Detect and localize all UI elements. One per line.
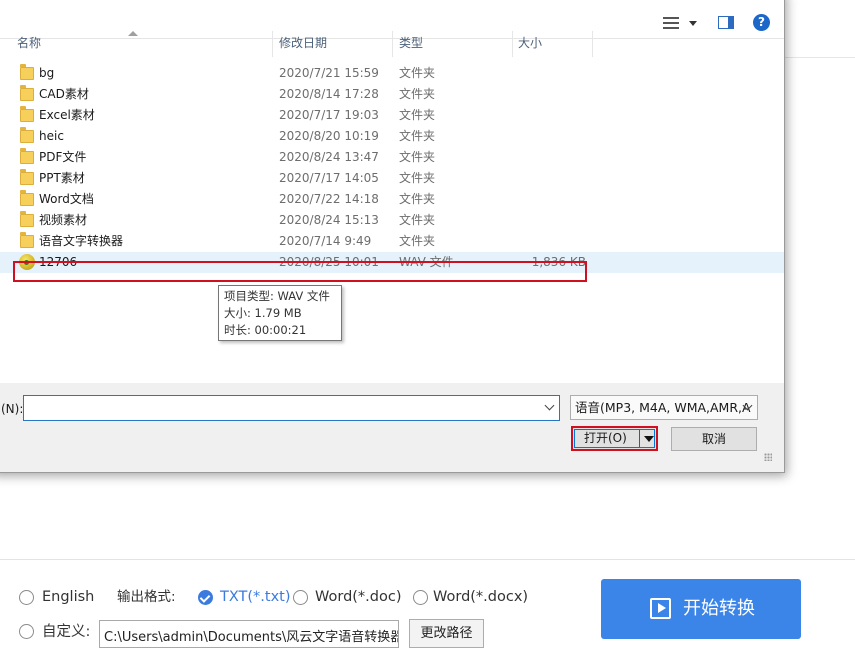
file-name: PDF文件: [39, 150, 87, 164]
file-name: 视频素材: [39, 213, 88, 227]
file-tooltip: 项目类型: WAV 文件 大小: 1.79 MB 时长: 00:00:21: [218, 285, 342, 341]
folder-icon: [20, 148, 34, 164]
file-date: 2020/8/14 17:28: [279, 87, 379, 101]
file-type: 文件夹: [399, 87, 436, 101]
start-convert-label: 开始转换: [683, 598, 755, 619]
folder-icon: [20, 190, 34, 206]
tooltip-size: 大小: 1.79 MB: [224, 306, 302, 320]
folder-icon: [20, 169, 34, 185]
file-type: 文件夹: [399, 66, 436, 80]
file-type: 文件夹: [399, 150, 436, 164]
file-date: 2020/7/17 14:05: [279, 171, 379, 185]
view-dropdown-arrow-icon[interactable]: [689, 21, 697, 26]
folder-icon: [20, 106, 34, 122]
file-name: Excel素材: [39, 108, 95, 122]
resize-grip-icon[interactable]: [764, 453, 772, 461]
file-date: 2020/7/21 15:59: [279, 66, 379, 80]
column-header-name[interactable]: 名称: [17, 34, 41, 53]
file-name: Word文档: [39, 192, 94, 206]
tooltip-duration: 时长: 00:00:21: [224, 323, 307, 337]
open-file-dialog: ? 名称 修改日期 类型 大小 bg 2020/7/21 15:59 文件夹 C…: [0, 0, 785, 473]
file-date: 2020/8/24 15:13: [279, 213, 379, 227]
list-item-selected[interactable]: 12706 2020/8/25 10:01 WAV 文件 1,836 KB: [0, 252, 784, 273]
file-list: 名称 修改日期 类型 大小 bg 2020/7/21 15:59 文件夹 CAD…: [0, 31, 784, 383]
divider: [785, 57, 855, 58]
sort-ascending-icon: [128, 31, 138, 36]
list-item[interactable]: bg 2020/7/21 15:59 文件夹: [0, 63, 784, 84]
start-convert-button[interactable]: 开始转换: [601, 579, 801, 639]
file-date: 2020/8/20 10:19: [279, 129, 379, 143]
file-type: 文件夹: [399, 171, 436, 185]
file-date: 2020/7/14 9:49: [279, 234, 372, 248]
txt-format-label: TXT(*.txt): [220, 589, 291, 605]
column-separator[interactable]: [392, 31, 393, 57]
divider: [0, 559, 855, 560]
txt-format-radio[interactable]: [198, 590, 213, 605]
file-date: 2020/8/25 10:01: [279, 255, 379, 269]
file-size: 1,836 KB: [531, 255, 586, 269]
output-format-label: 输出格式:: [117, 589, 176, 605]
filename-label: 名(N):: [0, 402, 24, 416]
list-item[interactable]: PPT素材 2020/7/17 14:05 文件夹: [0, 168, 784, 189]
doc-format-label: Word(*.doc): [315, 589, 402, 605]
file-type: 文件夹: [399, 129, 436, 143]
output-path-input[interactable]: C:\Users\admin\Documents\风云文字语音转换器: [99, 620, 399, 648]
file-name: CAD素材: [39, 87, 89, 101]
column-header-size[interactable]: 大小: [518, 34, 542, 53]
custom-path-label: 自定义:: [42, 624, 91, 640]
list-item[interactable]: Word文档 2020/7/22 14:18 文件夹: [0, 189, 784, 210]
preview-pane-icon[interactable]: [718, 16, 734, 29]
column-header-date[interactable]: 修改日期: [279, 34, 327, 53]
filename-input[interactable]: [23, 395, 560, 421]
file-type: 文件夹: [399, 192, 436, 206]
list-item[interactable]: 视频素材 2020/8/24 15:13 文件夹: [0, 210, 784, 231]
file-name: 12706: [39, 255, 78, 269]
file-type: 文件夹: [399, 234, 436, 248]
file-type: 文件夹: [399, 108, 436, 122]
folder-icon: [20, 211, 34, 227]
column-separator[interactable]: [512, 31, 513, 57]
folder-icon: [20, 85, 34, 101]
file-name: PPT素材: [39, 171, 85, 185]
dropdown-arrow-icon[interactable]: [644, 436, 654, 442]
file-name: heic: [39, 129, 64, 143]
list-item[interactable]: Excel素材 2020/7/17 19:03 文件夹: [0, 105, 784, 126]
custom-path-radio[interactable]: [19, 624, 34, 639]
file-type-filter-select[interactable]: 语音(MP3, M4A, WMA,AMR,A: [570, 395, 758, 420]
split-divider: [639, 430, 640, 447]
file-date: 2020/7/17 19:03: [279, 108, 379, 122]
docx-format-label: Word(*.docx): [433, 589, 529, 605]
tooltip-type: 项目类型: WAV 文件: [224, 289, 330, 303]
list-item[interactable]: 语音文字转换器 2020/7/14 9:49 文件夹: [0, 231, 784, 252]
folder-icon: [20, 127, 34, 143]
cancel-button[interactable]: 取消: [671, 427, 757, 451]
file-date: 2020/7/22 14:18: [279, 192, 379, 206]
file-name: 语音文字转换器: [39, 234, 124, 248]
open-button[interactable]: 打开(O): [571, 426, 658, 451]
column-header-type[interactable]: 类型: [399, 34, 423, 53]
list-item[interactable]: heic 2020/8/20 10:19 文件夹: [0, 126, 784, 147]
file-name: bg: [39, 66, 55, 80]
doc-format-radio[interactable]: [293, 590, 308, 605]
column-separator[interactable]: [592, 31, 593, 57]
file-type: 文件夹: [399, 213, 436, 227]
file-type: WAV 文件: [399, 255, 454, 269]
english-radio[interactable]: [19, 590, 34, 605]
docx-format-radio[interactable]: [413, 590, 428, 605]
help-icon[interactable]: ?: [753, 14, 770, 31]
english-label: English: [42, 589, 95, 605]
view-menu-icon[interactable]: [663, 17, 679, 29]
folder-icon: [20, 64, 34, 80]
open-button-label: 打开(O): [584, 431, 627, 445]
list-item[interactable]: PDF文件 2020/8/24 13:47 文件夹: [0, 147, 784, 168]
column-separator[interactable]: [272, 31, 273, 57]
file-date: 2020/8/24 13:47: [279, 150, 379, 164]
folder-icon: [20, 232, 34, 248]
change-path-button[interactable]: 更改路径: [409, 619, 484, 648]
play-icon: [650, 598, 671, 619]
list-item[interactable]: CAD素材 2020/8/14 17:28 文件夹: [0, 84, 784, 105]
audio-file-icon: [19, 254, 35, 270]
